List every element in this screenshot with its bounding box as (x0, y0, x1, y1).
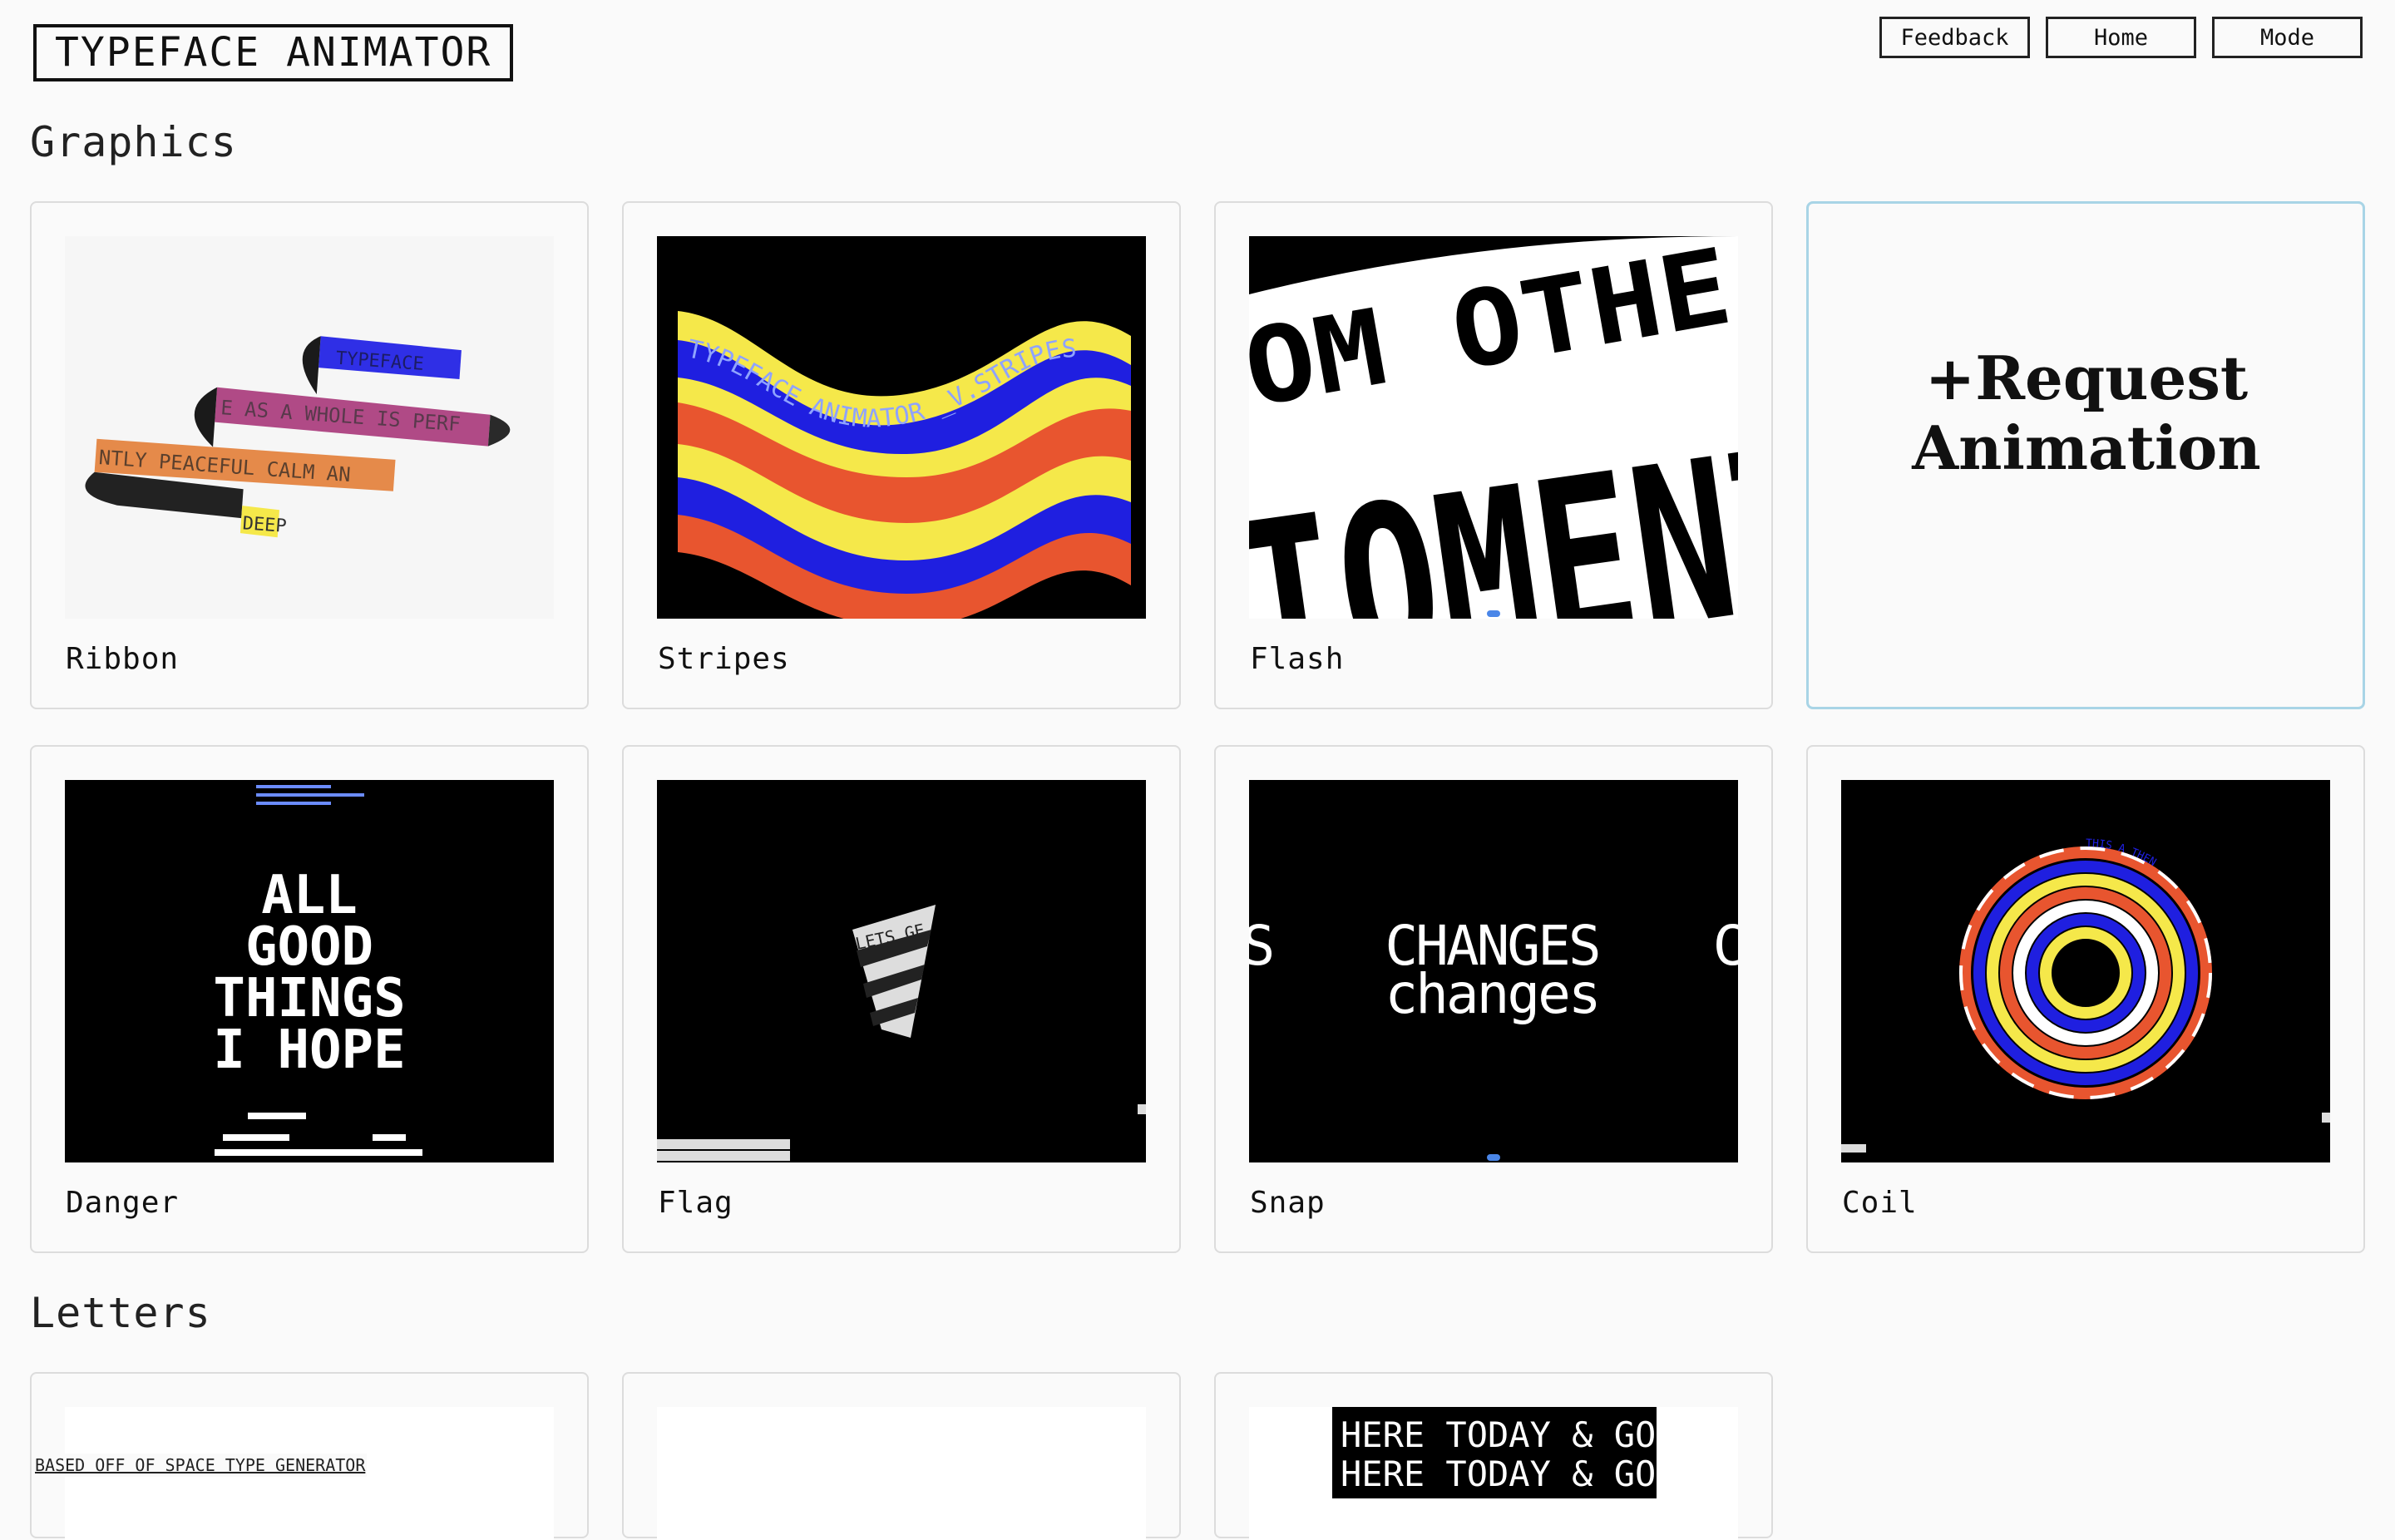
space-type-generator-link[interactable]: BASED OFF OF SPACE TYPE GENERATOR (33, 1454, 368, 1477)
danger-line-4: I HOPE (213, 1019, 405, 1081)
danger-thumbnail: ALL GOOD THINGS I HOPE (65, 780, 554, 1162)
card-label: Ribbon (66, 642, 180, 676)
card-flag[interactable]: LETS GE Flag (622, 745, 1181, 1253)
card-label: Snap (1250, 1186, 1326, 1220)
card-label: Danger (66, 1186, 180, 1220)
card-coil[interactable]: THIS A THEN Coil (1806, 745, 2365, 1253)
card-snap[interactable]: CHANGES changes S C Snap (1214, 745, 1773, 1253)
section-title-graphics: Graphics (30, 118, 237, 166)
snap-thumbnail: CHANGES changes S C (1249, 780, 1738, 1162)
letters-3-text-2: HERE TODAY & GONE TOMORROW (1341, 1454, 1738, 1494)
ribbon-thumbnail: TYPEFACE E AS A WHOLE IS PERF NTLY PEACE… (65, 236, 554, 619)
card-flash[interactable]: OM OTHE IOMENTS Flash (1214, 201, 1773, 709)
stripes-thumbnail: TYPEFACE ANIMATOR _V.STRIPES (657, 236, 1146, 619)
ribbon-text-4: DEEP (242, 513, 288, 537)
home-button[interactable]: Home (2046, 17, 2196, 58)
card-letters-3[interactable]: HERE TODAY & GONE TOMORROW HERE TODAY & … (1214, 1372, 1773, 1540)
request-line-2: Animation (1912, 412, 2261, 483)
card-label: Coil (1842, 1186, 1918, 1220)
request-animation-card[interactable]: +Request Animation (1806, 201, 2365, 709)
mode-button[interactable]: Mode (2212, 17, 2363, 58)
letters-3-text-1: HERE TODAY & GONE TOMORROW (1341, 1414, 1738, 1455)
section-title-letters: Letters (30, 1289, 211, 1337)
request-line-1: +Request (1924, 343, 2249, 413)
flash-text-big: IOMENTS (1249, 384, 1738, 619)
letters-3-thumbnail: HERE TODAY & GONE TOMORROW HERE TODAY & … (1249, 1407, 1738, 1540)
request-animation-panel: +Request Animation (1842, 237, 2331, 619)
card-danger[interactable]: ALL GOOD THINGS I HOPE Danger (30, 745, 589, 1253)
feedback-button[interactable]: Feedback (1879, 17, 2030, 58)
coil-thumbnail: THIS A THEN (1841, 780, 2330, 1162)
flag-thumbnail: LETS GE (657, 780, 1146, 1162)
flash-thumbnail: OM OTHE IOMENTS (1249, 236, 1738, 619)
card-label: Stripes (658, 642, 790, 676)
card-letters-2[interactable] (622, 1372, 1181, 1540)
app-logo[interactable]: TYPEFACE ANIMATOR (33, 24, 514, 81)
snap-text-lower: changes (1385, 962, 1598, 1026)
snap-text-right: C (1713, 914, 1738, 978)
card-stripes[interactable]: TYPEFACE ANIMATOR _V.STRIPES Stripes (622, 201, 1181, 709)
card-ribbon[interactable]: TYPEFACE E AS A WHOLE IS PERF NTLY PEACE… (30, 201, 589, 709)
snap-text-left: S (1249, 914, 1272, 978)
card-label: Flag (658, 1186, 733, 1220)
letters-2-thumbnail (657, 1407, 1146, 1540)
card-label: Flash (1250, 642, 1345, 676)
